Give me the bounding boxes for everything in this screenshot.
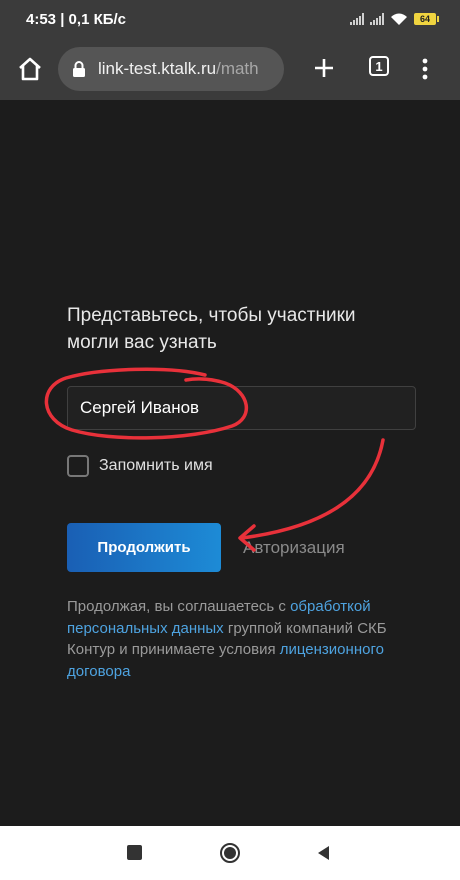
status-time-speed: 4:53 | 0,1 КБ/с (26, 10, 127, 28)
status-bar: 4:53 | 0,1 КБ/с 64 (0, 0, 460, 38)
continue-button[interactable]: Продолжить (67, 523, 221, 572)
remember-label: Запомнить имя (99, 457, 213, 474)
url-path: /math (216, 59, 259, 78)
new-tab-icon[interactable] (310, 54, 338, 82)
tab-count: 1 (375, 58, 383, 74)
address-bar[interactable]: link-test.ktalk.ru/math (58, 47, 284, 91)
back-nav-icon[interactable] (315, 844, 331, 862)
lock-icon[interactable] (70, 60, 88, 78)
status-icons: 64 (350, 12, 439, 26)
page-content: Представьтесь, чтобы участники могли вас… (0, 100, 460, 826)
signal-icon-2 (370, 13, 384, 25)
url-domain: link-test.ktalk.ru (98, 59, 217, 78)
tab-switcher-button[interactable]: 1 (369, 56, 389, 76)
authorization-link[interactable]: Авторизация (243, 538, 345, 558)
remember-checkbox[interactable] (67, 455, 89, 477)
more-menu-icon[interactable] (420, 55, 430, 83)
legal-notice: Продолжая, вы соглашаетесь с обработкой … (67, 596, 422, 682)
browser-toolbar: link-test.ktalk.ru/math 1 (0, 38, 460, 100)
signal-icon (350, 13, 364, 25)
name-input[interactable] (67, 386, 416, 430)
recent-apps-icon[interactable] (127, 845, 142, 860)
system-nav-bar (0, 826, 460, 880)
form-heading: Представьтесь, чтобы участники могли вас… (67, 305, 356, 353)
battery-icon: 64 (414, 13, 439, 25)
url-text[interactable]: link-test.ktalk.ru/math (98, 59, 259, 79)
battery-level: 64 (419, 14, 430, 24)
legal-text-1: Продолжая, вы соглашаетесь с (67, 598, 291, 615)
wifi-icon (391, 13, 407, 25)
remember-name-option[interactable]: Запомнить имя (67, 455, 213, 477)
home-icon[interactable] (16, 55, 44, 83)
home-nav-icon[interactable] (219, 842, 241, 864)
